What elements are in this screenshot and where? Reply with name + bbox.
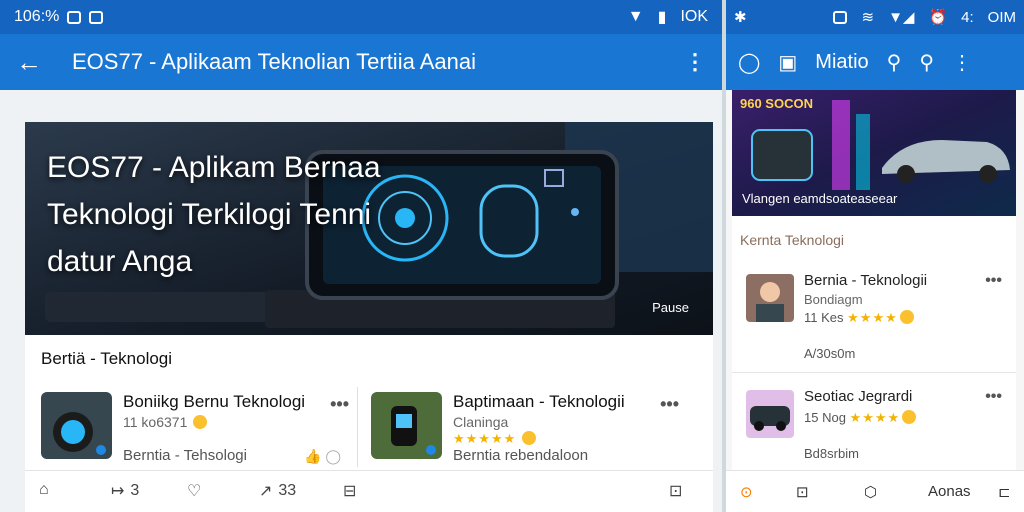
item-title: Seotiac Jegrardi: [804, 388, 913, 405]
status-battery: IOK: [680, 8, 708, 25]
section-title: Bertiä - Teknologi: [41, 349, 173, 368]
divider: [732, 372, 1016, 373]
home-icon[interactable]: ⌂: [39, 481, 49, 499]
share-button[interactable]: ↦ 3: [111, 481, 139, 501]
app-title: Miatio: [815, 50, 869, 73]
card-subtitle-text: Claninga: [453, 414, 509, 430]
card-thumbnail: [41, 392, 112, 459]
card-meta: Berntia - Tehsologi: [123, 447, 247, 464]
status-extra: OIM: [987, 8, 1016, 26]
divider: [357, 387, 358, 467]
item-meta: A/30s0m: [804, 346, 856, 361]
card-meta: Berntia rebendaloon: [453, 447, 589, 464]
compass-icon[interactable]: ⊙: [740, 483, 753, 501]
star-rating-icon: ★★★★★: [453, 431, 517, 446]
card-subtitle-text: 11 ko6371: [123, 414, 188, 430]
card-title: Boniikg Bernu Teknologi: [123, 392, 306, 411]
card-subtitle: Claninga ★★★★★: [453, 414, 537, 447]
news-section: Kernta Teknologi Bernia - Teknologii Bon…: [732, 216, 1016, 512]
banner-caption: Vlangen eamdsoateaseear: [742, 191, 898, 206]
item-thumbnail: [746, 390, 794, 438]
app-bar: ← EOS77 - Aplikaam Teknolian Tertiia Aan…: [0, 34, 722, 90]
item-rating-text: 11 Kes: [804, 310, 844, 325]
hero-title: EOS77 - Aplikam Bernaa Teknologi Terkilo…: [47, 144, 427, 285]
share-count: 3: [130, 482, 140, 499]
hero-image[interactable]: EOS77 - Aplikam Bernaa Teknologi Terkilo…: [25, 122, 713, 335]
left-pane: 106:% ▼ ▮ IOK ← EOS77 - Aplikaam Teknoli…: [0, 0, 722, 512]
exit-icon[interactable]: ⊏: [998, 483, 1011, 501]
card-subtitle: 11 ko6371: [123, 414, 208, 430]
search-icon[interactable]: ⚲: [887, 50, 902, 75]
status-bar: ✱ ≋ ▼◢ ⏰ 4: OIM: [726, 0, 1024, 34]
tab-icon[interactable]: ▣: [778, 50, 797, 75]
status-time: 4:: [961, 8, 974, 26]
coin-icon: [899, 310, 914, 324]
star-rating-icon: ★★★★: [847, 310, 898, 325]
more-horiz-icon[interactable]: •••: [985, 272, 1002, 290]
wifi-icon: ▼: [627, 8, 644, 25]
hero-title-line: EOS77 - Aplikam Bernaa: [47, 151, 381, 184]
more-vert-icon[interactable]: ⋮: [684, 49, 706, 75]
promo-banner[interactable]: 960 SOCON Vlangen eamdsoateaseear: [732, 90, 1016, 216]
coin-icon: [902, 410, 917, 424]
hero-title-line: datur Anga: [47, 245, 193, 278]
item-rating: 15 Nog ★★★★: [804, 410, 917, 426]
banner-logo: 960 SOCON: [740, 96, 813, 111]
status-bar: 106:% ▼ ▮ IOK: [0, 0, 722, 34]
cast-icon: [833, 10, 848, 24]
notification-icon: [67, 10, 82, 24]
app-bar: ◯ ▣ Miatio ⚲ ⚲ ⋮: [726, 34, 1024, 90]
search-icon[interactable]: ⚲: [919, 50, 934, 75]
item-subtitle: Bondiagm: [804, 292, 863, 307]
forward-icon: ↗: [259, 483, 273, 500]
card-thumbnail: [371, 392, 442, 459]
forward-count: 33: [278, 482, 297, 499]
section-title: Kernta Teknologi: [740, 232, 845, 248]
bookmark-icon[interactable]: ⊡: [669, 481, 682, 501]
bottom-action-bar: ⌂ ↦ 3 ♡ ↗ 33 ⊟ ⊡: [25, 470, 713, 512]
arrow-left-icon[interactable]: ←: [16, 49, 42, 75]
more-horiz-icon[interactable]: •••: [985, 388, 1002, 406]
right-pane: ✱ ≋ ▼◢ ⏰ 4: OIM ◯ ▣ Miatio ⚲ ⚲ ⋮ 960 SOC…: [726, 0, 1024, 512]
news-item[interactable]: Bernia - Teknologii Bondiagm 11 Kes ★★★★…: [740, 270, 1010, 370]
card-title: Baptimaan - Teknologii: [453, 392, 625, 411]
location-icon[interactable]: ◯: [738, 50, 760, 75]
item-rating: 11 Kes ★★★★: [804, 310, 914, 326]
nav-label[interactable]: Aonas: [928, 483, 971, 500]
app-title: EOS77 - Aplikaam Teknolian Tertiia Aanai: [72, 49, 476, 74]
more-horiz-icon[interactable]: •••: [330, 394, 349, 415]
coin-icon: [522, 431, 537, 445]
like-icon[interactable]: 👍 ◯: [304, 448, 341, 465]
item-meta: Bd8srbim: [804, 446, 859, 461]
more-vert-icon[interactable]: ⋮: [952, 50, 972, 75]
item-title: Bernia - Teknologii: [804, 272, 928, 289]
bluetooth-icon: ✱: [734, 9, 747, 26]
more-horiz-icon[interactable]: •••: [660, 394, 679, 415]
cube-icon[interactable]: ⬡: [864, 483, 877, 501]
alarm-icon: ⏰: [928, 9, 948, 26]
item-rating-text: 15 Nog: [804, 410, 846, 425]
coin-icon: [193, 415, 208, 429]
battery-icon: ▮: [657, 9, 667, 26]
bottom-nav-bar: ⊙ ⊡ ⬡ Aonas ⊏: [726, 470, 1024, 512]
alert-icon[interactable]: ⊡: [796, 483, 809, 501]
news-card[interactable]: Baptimaan - Teknologii Claninga ★★★★★ Ber…: [371, 390, 693, 470]
status-time: 106:%: [14, 8, 60, 25]
heart-icon[interactable]: ♡: [187, 481, 201, 501]
avatar: [746, 274, 794, 322]
star-rating-icon: ★★★★: [849, 410, 901, 425]
news-card[interactable]: Boniikg Bernu Teknologi 11 ko6371 Bernti…: [41, 390, 363, 470]
hero-badge: Pause: [652, 300, 689, 315]
hero-title-line: Teknologi Terkilogi Tenni: [47, 198, 372, 231]
minus-box-icon[interactable]: ⊟: [343, 481, 356, 501]
message-icon: [89, 10, 104, 24]
wifi-icon: ≋: [861, 9, 875, 26]
share-icon: ↦: [111, 483, 125, 500]
signal-icon: ▼◢: [888, 9, 915, 26]
forward-button[interactable]: ↗ 33: [259, 481, 296, 501]
